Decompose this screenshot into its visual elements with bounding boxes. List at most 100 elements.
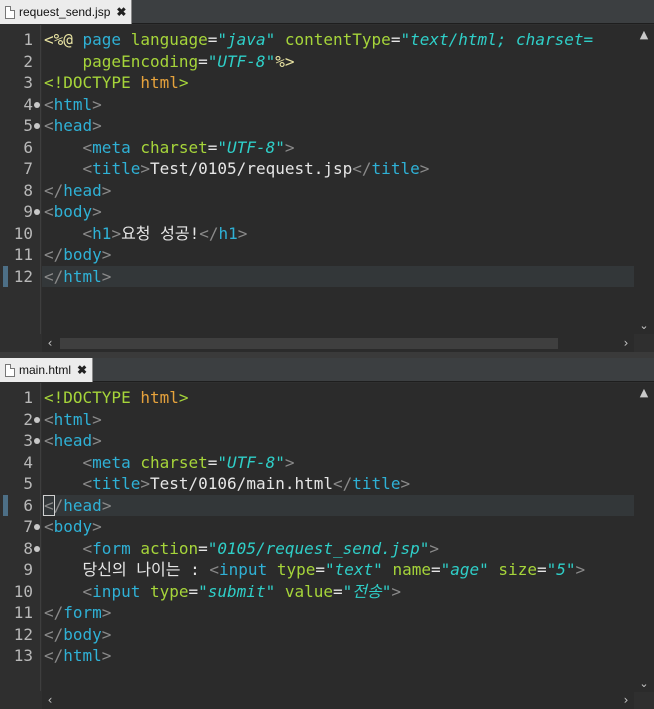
code-line[interactable]: </head> bbox=[42, 180, 634, 202]
code-line[interactable]: <meta charset="UTF-8"> bbox=[42, 137, 634, 159]
fold-toggle-icon[interactable] bbox=[34, 101, 40, 108]
scroll-right-icon[interactable]: › bbox=[618, 691, 634, 709]
line-number-gutter: 1 2 3 4 5 6 7 8 9 10 11 12 bbox=[0, 25, 41, 334]
vertical-scrollbar[interactable]: ▲ ⌄ bbox=[634, 383, 654, 692]
fold-toggle-icon[interactable] bbox=[34, 524, 40, 530]
code-line[interactable]: <title>Test/0105/request.jsp</title> bbox=[42, 158, 634, 180]
code-area[interactable]: <%@ page language="java" contentType="te… bbox=[42, 25, 634, 334]
code-line[interactable]: 당신의 나이는 : <input type="text" name="age" … bbox=[42, 559, 634, 581]
code-token: / bbox=[53, 495, 64, 515]
code-token: = bbox=[207, 30, 218, 49]
line-number: 5 bbox=[23, 474, 33, 493]
code-token: html bbox=[53, 94, 93, 114]
line-number: 13 bbox=[13, 646, 33, 665]
code-token: > bbox=[101, 646, 112, 665]
code-line[interactable]: </html> bbox=[42, 645, 634, 667]
code-token: = bbox=[207, 137, 218, 157]
code-token: <!DOCTYPE bbox=[44, 73, 141, 92]
line-number: 4 bbox=[23, 452, 33, 472]
fold-toggle-icon[interactable] bbox=[34, 545, 40, 552]
code-line[interactable]: <form action="0105/request_send.jsp"> bbox=[42, 538, 634, 560]
scroll-left-icon[interactable]: ‹ bbox=[42, 334, 58, 352]
line-number: 7 bbox=[23, 159, 33, 178]
code-line[interactable]: <h1>요청 성공!</h1> bbox=[42, 223, 634, 245]
code-line[interactable]: pageEncoding="UTF-8"%> bbox=[42, 51, 634, 73]
line-number: 7 bbox=[23, 517, 33, 536]
horizontal-scroll-thumb[interactable] bbox=[60, 338, 558, 349]
code-area[interactable]: <!DOCTYPE html> <html> <head> <meta charse… bbox=[42, 383, 634, 692]
code-token: Test/0106/main.html bbox=[149, 474, 334, 493]
code-token: pageEncoding bbox=[82, 51, 199, 71]
code-line[interactable]: </form> bbox=[42, 602, 634, 624]
tab-title: request_send.jsp bbox=[19, 5, 111, 19]
scroll-up-icon[interactable]: ▲ bbox=[634, 27, 654, 43]
code-token: = bbox=[333, 581, 343, 601]
code-token: <!DOCTYPE bbox=[44, 388, 141, 407]
scroll-down-icon[interactable]: ⌄ bbox=[634, 676, 654, 692]
fold-toggle-icon[interactable] bbox=[34, 416, 40, 423]
tab-request-send-jsp[interactable]: request_send.jsp ✖ bbox=[0, 0, 133, 24]
line-number-gutter: 1 2 3 4 5 6 7 8 9 10 11 12 13 bbox=[0, 383, 41, 692]
horizontal-scrollbar[interactable]: ‹ › bbox=[42, 691, 634, 709]
code-token: "age" bbox=[440, 560, 489, 579]
close-icon[interactable]: ✖ bbox=[77, 363, 87, 377]
code-line[interactable]: <body> bbox=[42, 516, 634, 538]
code-token: > bbox=[101, 180, 112, 200]
code-line[interactable]: <html> bbox=[42, 94, 634, 116]
code-line[interactable]: </body> bbox=[42, 244, 634, 266]
code-line[interactable]: <title>Test/0106/main.html</title> bbox=[42, 473, 634, 495]
line-number: 4 bbox=[23, 94, 33, 114]
code-line[interactable]: <input type="submit" value="전송"> bbox=[42, 581, 634, 603]
code-editor[interactable]: 1 2 3 4 5 6 7 8 9 10 11 12 <%@ page language="java"… bbox=[0, 25, 654, 334]
code-token: form bbox=[63, 603, 102, 622]
code-token: type bbox=[276, 560, 316, 579]
scroll-up-icon[interactable]: ▲ bbox=[634, 385, 654, 401]
line-number: 2 bbox=[23, 409, 33, 429]
code-line[interactable]: <html> bbox=[42, 409, 634, 431]
code-token: charset bbox=[140, 137, 208, 157]
code-line[interactable]: <head> bbox=[42, 115, 634, 137]
code-token: html bbox=[63, 646, 102, 665]
code-token: html bbox=[63, 266, 102, 286]
code-token: input bbox=[92, 581, 150, 601]
code-token: = bbox=[207, 452, 218, 472]
code-line[interactable]: <meta charset="UTF-8"> bbox=[42, 452, 634, 474]
scroll-right-icon[interactable]: › bbox=[618, 334, 634, 352]
tab-main-html[interactable]: main.html ✖ bbox=[0, 358, 94, 382]
code-token: value bbox=[284, 581, 334, 601]
code-editor[interactable]: 1 2 3 4 5 6 7 8 9 10 11 12 13 <!DOCTYPE html> <html> <… bbox=[0, 383, 654, 692]
code-token: > bbox=[400, 474, 411, 493]
code-line[interactable]: </html> bbox=[42, 265, 634, 287]
code-line[interactable]: <head> bbox=[42, 430, 634, 452]
scroll-left-icon[interactable]: ‹ bbox=[42, 691, 58, 709]
code-token: > bbox=[575, 560, 586, 579]
horizontal-scrollbar[interactable]: ‹ › bbox=[42, 334, 634, 352]
tab-bar: main.html ✖ bbox=[0, 358, 654, 382]
code-line[interactable]: </body> bbox=[42, 624, 634, 646]
code-line[interactable]: <!DOCTYPE html> bbox=[42, 387, 634, 409]
close-icon[interactable]: ✖ bbox=[116, 5, 126, 19]
code-line[interactable]: <body> bbox=[42, 201, 634, 223]
code-line[interactable]: <!DOCTYPE html> bbox=[42, 72, 634, 94]
code-line[interactable]: <%@ page language="java" contentType="te… bbox=[42, 29, 634, 51]
scroll-down-icon[interactable]: ⌄ bbox=[634, 318, 654, 334]
fold-toggle-icon[interactable] bbox=[34, 123, 40, 129]
code-token: head bbox=[63, 495, 102, 515]
code-token: body bbox=[63, 624, 102, 644]
code-token: head bbox=[53, 431, 93, 450]
fold-toggle-icon[interactable] bbox=[34, 438, 40, 444]
vertical-scrollbar[interactable]: ▲ ⌄ bbox=[634, 25, 654, 334]
code-token: > bbox=[92, 202, 102, 221]
code-token: type bbox=[149, 581, 189, 601]
file-icon bbox=[5, 5, 15, 19]
code-token: < bbox=[82, 159, 93, 178]
code-token: h1 bbox=[218, 223, 238, 243]
code-token: title bbox=[371, 159, 420, 178]
code-line[interactable]: </head> bbox=[42, 494, 634, 516]
code-token: form bbox=[92, 538, 141, 558]
fold-toggle-icon[interactable] bbox=[34, 209, 40, 215]
line-number: 8 bbox=[23, 180, 33, 200]
